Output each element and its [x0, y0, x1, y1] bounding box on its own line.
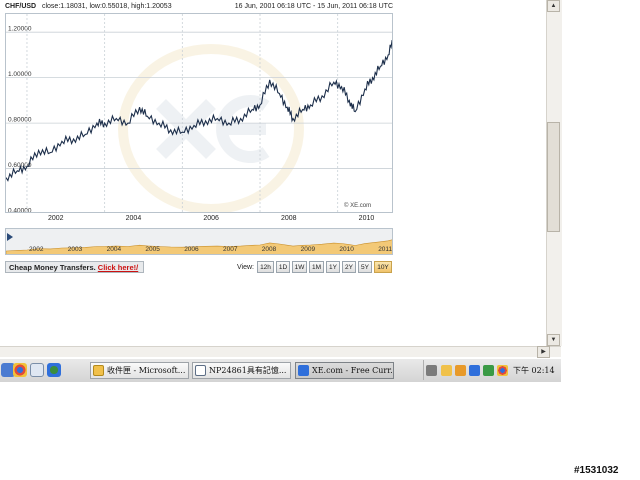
- series-line: [6, 40, 392, 182]
- overview-year-label: 2011: [378, 246, 393, 253]
- view-label: View:: [237, 264, 254, 271]
- overview-area-chart: [6, 239, 392, 254]
- y-tick-label: 1.20000: [8, 26, 32, 33]
- tray-folder-icon[interactable]: [441, 365, 452, 376]
- view-button-12h[interactable]: 12h: [257, 261, 274, 273]
- overview-year-label: 2010: [339, 246, 354, 253]
- scroll-up-arrow-icon[interactable]: ▲: [547, 0, 560, 12]
- keyboard-icon[interactable]: [426, 365, 437, 376]
- scroll-right-arrow-icon[interactable]: ▶: [537, 346, 550, 358]
- x-tick-label: 2010: [358, 215, 375, 222]
- taskbar-item-label: NP24861具有記憶...: [209, 366, 287, 375]
- overview-year-label: 2006: [184, 246, 199, 253]
- date-range: 16 Jun, 2001 06:18 UTC - 15 Jun, 2011 06…: [234, 3, 393, 10]
- y-tick-label: 0.40000: [8, 208, 32, 214]
- security-icon[interactable]: [483, 365, 494, 376]
- x-tick-label: 2004: [125, 215, 142, 222]
- overview-area: [6, 239, 392, 254]
- overview-year-label: 2002: [29, 246, 44, 253]
- overview-year-label: 2004: [106, 246, 122, 253]
- y-tick-label: 1.00000: [8, 71, 32, 78]
- browser-icon: [298, 365, 309, 376]
- x-tick-label: 2006: [203, 215, 219, 222]
- chart-plot-area: 1.200001.000000.800000.600000.40000: [6, 14, 392, 214]
- view-button-1w[interactable]: 1W: [292, 261, 307, 273]
- taskbar-item-document[interactable]: NP24861具有記憶...: [192, 362, 291, 379]
- currency-pair-symbol: CHF/USD: [5, 3, 37, 10]
- view-button-2y[interactable]: 2Y: [342, 261, 356, 273]
- y-tick-label: 0.80000: [8, 117, 32, 124]
- x-tick-label: 2002: [47, 215, 64, 222]
- taskbar-item-label: XE.com - Free Curr...: [312, 366, 394, 375]
- view-button-1y[interactable]: 1Y: [326, 261, 340, 273]
- overview-year-label: 2009: [300, 246, 316, 253]
- view-button-5y[interactable]: 5Y: [358, 261, 372, 273]
- overview-year-label: 2008: [261, 246, 277, 253]
- promo-text: Cheap Money Transfers.: [9, 263, 96, 272]
- taskbar-item-inbox[interactable]: 收件匣 - Microsoft...: [90, 362, 189, 379]
- chrome-icon[interactable]: [13, 363, 27, 377]
- promo-link[interactable]: Click here!/: [98, 263, 138, 272]
- price-stats: close:1.18031, low:0.55018, high:1.20053: [41, 3, 172, 10]
- x-tick-label: 2008: [281, 215, 297, 222]
- document-icon: [195, 365, 206, 376]
- tray-app-icon[interactable]: [455, 365, 466, 376]
- tray-chrome-icon[interactable]: [497, 365, 508, 376]
- overview-year-label: 2003: [67, 246, 83, 253]
- notepad-icon[interactable]: [30, 363, 44, 377]
- overview-year-label: 2005: [145, 246, 160, 253]
- taskbar-clock: 下午 02:14: [513, 366, 555, 375]
- view-button-1d[interactable]: 1D: [276, 261, 290, 273]
- network-icon[interactable]: [469, 365, 480, 376]
- play-icon[interactable]: [7, 233, 13, 241]
- overview-year-label: 2007: [223, 246, 238, 253]
- taskbar-item-xe-browser[interactable]: XE.com - Free Curr...: [295, 362, 394, 379]
- rate-chart[interactable]: 1.20000 1.00000 0.80000 0.60000 0.40000: [5, 13, 393, 213]
- scroll-down-arrow-icon[interactable]: ▼: [547, 334, 560, 346]
- media-player-icon[interactable]: [47, 363, 61, 377]
- mail-folder-icon: [93, 365, 104, 376]
- overview-navigator[interactable]: [5, 228, 393, 255]
- money-transfer-promo[interactable]: Cheap Money Transfers. Click here!/: [5, 261, 144, 273]
- view-button-1m[interactable]: 1M: [309, 261, 324, 273]
- vertical-scroll-thumb[interactable]: [547, 122, 560, 232]
- x-axis-labels: 2002 2004 2006 2008 2010: [5, 214, 393, 226]
- copyright-label: © XE.com: [344, 203, 372, 209]
- image-id-label: #1531032: [574, 465, 619, 476]
- horizontal-scrollbar[interactable]: [0, 346, 561, 357]
- taskbar-item-label: 收件匣 - Microsoft...: [107, 366, 186, 375]
- view-button-10y[interactable]: 10Y: [374, 261, 392, 273]
